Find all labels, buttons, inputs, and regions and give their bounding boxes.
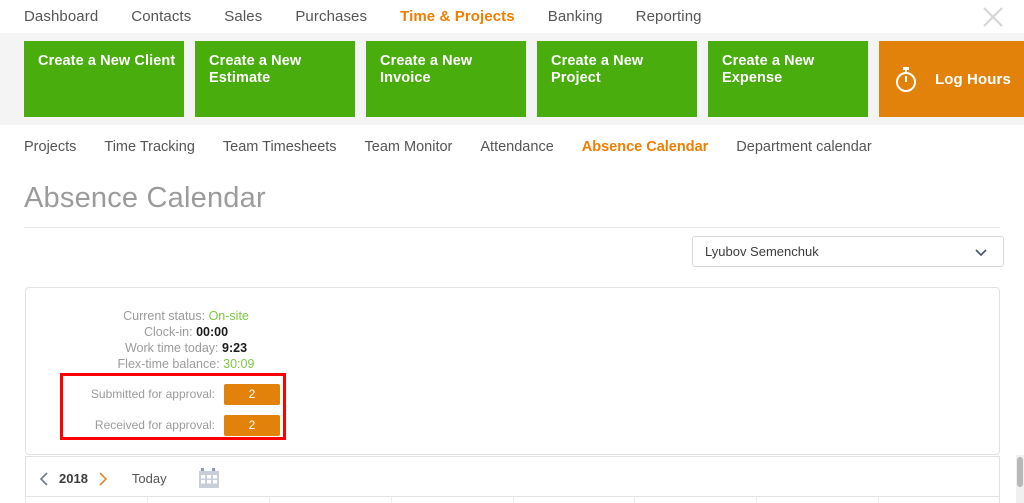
main-nav-items: Dashboard Contacts Sales Purchases Time … (0, 8, 735, 25)
log-hours-button[interactable]: Log Hours (879, 41, 1024, 117)
close-icon[interactable] (980, 4, 1006, 30)
flex-time-value: 30:09 (223, 357, 255, 371)
subnav-item-team-timesheets[interactable]: Team Timesheets (223, 139, 337, 155)
subnav-item-team-monitor[interactable]: Team Monitor (365, 139, 453, 155)
chevron-right-icon[interactable] (97, 471, 109, 487)
subnav-item-absence-calendar[interactable]: Absence Calendar (582, 139, 709, 155)
nav-item-reporting[interactable]: Reporting (636, 8, 702, 25)
quick-actions-row: Create a New Client Create a New Estimat… (24, 41, 1024, 117)
current-status-label: Current status: (123, 309, 206, 323)
flex-time-label: Flex-time balance: (117, 357, 220, 371)
received-for-approval-label: Received for approval: (94, 418, 215, 432)
submitted-for-approval-row: Submitted for approval: 2 (70, 383, 280, 405)
calendar-grid-cell (146, 496, 269, 503)
main-navigation: Dashboard Contacts Sales Purchases Time … (0, 0, 1024, 33)
nav-item-sales[interactable]: Sales (224, 8, 262, 25)
calendar-grid-cell (512, 496, 635, 503)
calendar-grid-preview (25, 496, 1000, 503)
received-for-approval-row: Received for approval: 2 (70, 414, 280, 436)
employee-select[interactable]: Lyubov Semenchuk (692, 236, 1004, 267)
nav-item-dashboard[interactable]: Dashboard (24, 8, 98, 25)
calendar-grid-cell (25, 496, 147, 503)
calendar-grid-cell (756, 496, 879, 503)
title-divider (24, 227, 1000, 228)
section-navigation: Projects Time Tracking Team Timesheets T… (0, 132, 1024, 162)
calendar-grid-cell (878, 496, 1000, 503)
submitted-for-approval-label: Submitted for approval: (90, 387, 215, 401)
subnav-item-department-calendar[interactable]: Department calendar (736, 139, 871, 155)
work-time-label: Work time today: (124, 341, 219, 355)
received-for-approval-badge[interactable]: 2 (224, 414, 280, 436)
clock-in-value: 00:00 (196, 325, 229, 339)
create-new-expense-button[interactable]: Create a New Expense (708, 41, 868, 117)
submitted-for-approval-badge[interactable]: 2 (224, 383, 280, 405)
today-button[interactable]: Today (132, 471, 167, 486)
year-navigation: 2018 Today (38, 468, 220, 489)
log-hours-label: Log Hours (935, 70, 1011, 88)
chevron-down-icon (973, 244, 989, 260)
employee-select-value: Lyubov Semenchuk (705, 244, 819, 259)
clock-in-label: Clock-in: (143, 325, 193, 339)
quick-actions-bar: Create a New Client Create a New Estimat… (0, 33, 1024, 125)
create-new-project-button[interactable]: Create a New Project (537, 41, 697, 117)
current-status-line: Current status: On-site (26, 308, 346, 324)
subnav-item-time-tracking[interactable]: Time Tracking (104, 139, 195, 155)
work-time-value: 9:23 (222, 341, 248, 355)
status-block: Current status: On-site Clock-in: 00:00 … (26, 308, 346, 372)
year-label: 2018 (59, 471, 88, 486)
subnav-item-projects[interactable]: Projects (24, 139, 76, 155)
stopwatch-icon (893, 65, 919, 93)
nav-item-contacts[interactable]: Contacts (131, 8, 191, 25)
nav-item-time-and-projects[interactable]: Time & Projects (400, 8, 515, 25)
calendar-grid-cell (268, 496, 391, 503)
create-new-client-button[interactable]: Create a New Client (24, 41, 184, 117)
subnav-item-attendance[interactable]: Attendance (480, 139, 553, 155)
approvals-block: Submitted for approval: 2 Received for a… (70, 383, 280, 445)
scrollbar-thumb[interactable] (1017, 457, 1023, 487)
calendar-icon[interactable] (198, 468, 220, 489)
app-window: Dashboard Contacts Sales Purchases Time … (0, 0, 1024, 503)
vertical-scrollbar[interactable] (1016, 455, 1024, 503)
calendar-grid-cell (634, 496, 757, 503)
page-title: Absence Calendar (24, 182, 266, 214)
chevron-left-icon[interactable] (38, 471, 50, 487)
create-new-estimate-button[interactable]: Create a New Estimate (195, 41, 355, 117)
current-status-value: On-site (208, 309, 249, 323)
nav-item-banking[interactable]: Banking (548, 8, 603, 25)
flex-time-line: Flex-time balance: 30:09 (26, 356, 346, 372)
create-new-invoice-button[interactable]: Create a New Invoice (366, 41, 526, 117)
nav-item-purchases[interactable]: Purchases (295, 8, 367, 25)
clock-in-line: Clock-in: 00:00 (26, 324, 346, 340)
calendar-grid-cell (390, 496, 513, 503)
work-time-line: Work time today: 9:23 (26, 340, 346, 356)
